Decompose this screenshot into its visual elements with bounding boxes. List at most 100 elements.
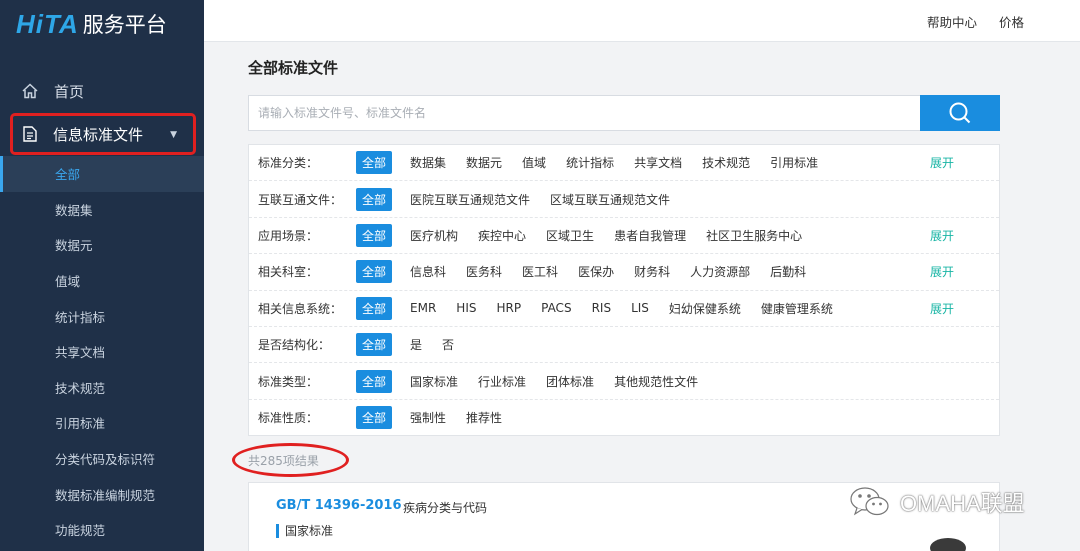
sidebar-item-label: 首页 (54, 82, 85, 101)
expand-link[interactable]: 展开 (930, 263, 954, 280)
caret-down-icon: ▼ (170, 130, 177, 140)
filter-option-all[interactable]: 全部 (356, 406, 393, 430)
result-code-link[interactable]: GB/T 14396-2016 (276, 498, 402, 513)
logo[interactable]: HiTA 服务平台 (16, 6, 167, 42)
filter-option[interactable]: 数据集 (410, 154, 446, 171)
sidebar-item-func-spec[interactable]: 功能规范 (0, 512, 204, 548)
filter-option[interactable]: 值域 (522, 154, 546, 171)
sidebar-item-data-element[interactable]: 数据元 (0, 227, 204, 263)
filter-label: 标准类型： (258, 374, 319, 389)
filter-row: 是否结构化： 全部是 否 (249, 327, 999, 364)
filter-option[interactable]: 健康管理系统 (761, 300, 833, 317)
filter-option[interactable]: 区域互联互通规范文件 (550, 191, 670, 208)
sidebar-item-all[interactable]: 全部 (0, 156, 204, 192)
filter-option-all[interactable]: 全部 (356, 333, 393, 357)
filter-row: 互联互通文件： 全部 医院互联互通规范文件 区域互联互通规范文件 (249, 181, 999, 218)
sidebar-item-dataset[interactable]: 数据集 (0, 192, 204, 228)
filter-label: 标准性质： (258, 411, 319, 426)
filter-option[interactable]: 强制性 (410, 409, 446, 426)
filter-option[interactable]: PACS (541, 301, 571, 315)
filter-label: 标准分类： (258, 156, 319, 171)
filter-option-all[interactable]: 全部 (356, 369, 393, 393)
logo-mark: HiTA (16, 8, 79, 39)
sidebar-item-compile-spec[interactable]: 数据标准编制规范 (0, 476, 204, 512)
filter-option[interactable]: 团体标准 (546, 373, 594, 390)
filter-option[interactable]: 统计指标 (566, 154, 614, 171)
expand-link[interactable]: 展开 (930, 227, 954, 244)
topbar: 帮助中心 价格 (204, 0, 1080, 42)
filter-option[interactable]: 引用标准 (770, 154, 818, 171)
filter-option[interactable]: 疾控中心 (478, 227, 526, 244)
filter-option[interactable]: HRP (496, 301, 521, 315)
watermark-text: OMAHA联盟 (900, 491, 1025, 516)
filter-row: 相关科室： 全部 信息科 医务科 医工科 医保办 财务科 人力资源部 后勤科 展开 (249, 254, 999, 291)
filter-option[interactable]: 妇幼保健系统 (669, 300, 741, 317)
float-button-icon[interactable] (930, 538, 966, 551)
filter-option[interactable]: 数据元 (466, 154, 502, 171)
filter-option[interactable]: EMR (410, 301, 436, 315)
sidebar-group-label: 信息标准文件 (53, 125, 144, 144)
sidebar-item-statistics[interactable]: 统计指标 (0, 298, 204, 334)
filter-option[interactable]: 区域卫生 (546, 227, 594, 244)
result-count: 共285项结果 (248, 454, 319, 468)
filter-option[interactable]: 国家标准 (410, 373, 458, 390)
sidebar: HiTA 服务平台 首页 信息标准文件 ▼ 全部 数据集 数据元 值域 统计指标… (0, 0, 204, 551)
sidebar-subnav: 全部 数据集 数据元 值域 统计指标 共享文档 技术规范 引用标准 分类代码及标… (0, 156, 204, 548)
sidebar-item-tech-spec[interactable]: 技术规范 (0, 370, 204, 406)
filter-option[interactable]: 人力资源部 (690, 263, 750, 280)
filter-option-all[interactable]: 全部 (356, 260, 393, 284)
expand-link[interactable]: 展开 (930, 300, 954, 317)
filter-row: 标准类型： 全部 国家标准 行业标准 团体标准 其他规范性文件 (249, 363, 999, 400)
filter-option[interactable]: RIS (592, 301, 612, 315)
search-icon (949, 102, 971, 124)
filter-label: 相关科室： (258, 265, 319, 280)
filter-option[interactable]: 医务科 (466, 263, 502, 280)
filter-row: 应用场景： 全部 医疗机构 疾控中心 区域卫生 患者自我管理 社区卫生服务中心 展开 (249, 218, 999, 255)
filter-option[interactable]: 后勤科 (770, 263, 806, 280)
result-name: 疾病分类与代码 (403, 501, 488, 515)
expand-link[interactable]: 展开 (930, 154, 954, 171)
sidebar-group-standard-docs[interactable]: 信息标准文件 ▼ (10, 113, 196, 155)
filter-option[interactable]: LIS (631, 301, 649, 315)
filter-label: 相关信息系统： (258, 301, 343, 316)
sidebar-item-codes[interactable]: 分类代码及标识符 (0, 441, 204, 477)
filter-option[interactable]: 推荐性 (466, 409, 502, 426)
result-type-tag: 国家标准 (276, 524, 333, 538)
filter-option-all[interactable]: 全部 (356, 187, 393, 211)
page-title: 全部标准文件 (248, 59, 339, 77)
sidebar-item-home[interactable]: 首页 (0, 72, 204, 110)
document-icon (23, 126, 37, 142)
home-icon (22, 83, 38, 99)
filter-option[interactable]: 是 (410, 336, 422, 353)
filter-option[interactable]: 社区卫生服务中心 (706, 227, 802, 244)
price-link[interactable]: 价格 (999, 12, 1024, 31)
filter-option[interactable]: 医保办 (578, 263, 614, 280)
logo-text: 服务平台 (82, 13, 167, 37)
help-center-link[interactable]: 帮助中心 (927, 12, 977, 31)
sidebar-item-value-domain[interactable]: 值域 (0, 263, 204, 299)
filter-option[interactable]: 信息科 (410, 263, 446, 280)
search-button[interactable] (920, 95, 1000, 131)
filter-option[interactable]: 医疗机构 (410, 227, 458, 244)
wechat-icon (850, 487, 889, 516)
filter-option[interactable]: 否 (442, 336, 454, 353)
filter-option-all[interactable]: 全部 (356, 223, 393, 247)
filter-option[interactable]: 患者自我管理 (614, 227, 686, 244)
filter-option[interactable]: 医院互联互通规范文件 (410, 191, 530, 208)
sidebar-item-shared-docs[interactable]: 共享文档 (0, 334, 204, 370)
filter-option[interactable]: 其他规范性文件 (614, 373, 698, 390)
filter-option[interactable]: HIS (456, 301, 476, 315)
filter-option-all[interactable]: 全部 (356, 296, 393, 320)
filter-label: 互联互通文件： (258, 192, 343, 207)
filter-option[interactable]: 医工科 (522, 263, 558, 280)
filter-row: 相关信息系统： 全部 EMR HIS HRP PACS RIS LIS 妇幼保健系统 健康管理系统… (249, 291, 999, 327)
filter-option[interactable]: 共享文档 (634, 154, 682, 171)
filter-option-all[interactable]: 全部 (356, 151, 393, 175)
filter-option[interactable]: 财务科 (634, 263, 670, 280)
filter-label: 是否结构化： (258, 338, 331, 353)
search-input[interactable] (248, 95, 920, 131)
sidebar-item-references[interactable]: 引用标准 (0, 405, 204, 441)
filter-option[interactable]: 技术规范 (702, 154, 750, 171)
filter-option[interactable]: 行业标准 (478, 373, 526, 390)
filter-row: 标准性质： 全部 强制性 推荐性 (249, 400, 999, 436)
